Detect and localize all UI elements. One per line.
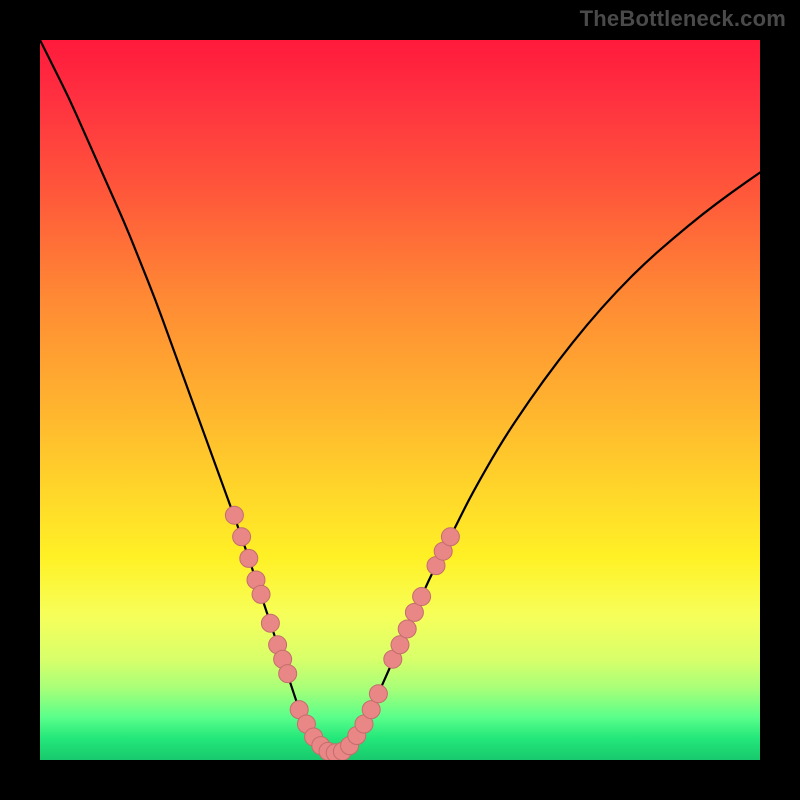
watermark-text: TheBottleneck.com: [580, 6, 786, 32]
chart-frame: TheBottleneck.com: [0, 0, 800, 800]
plot-area: [40, 40, 760, 760]
